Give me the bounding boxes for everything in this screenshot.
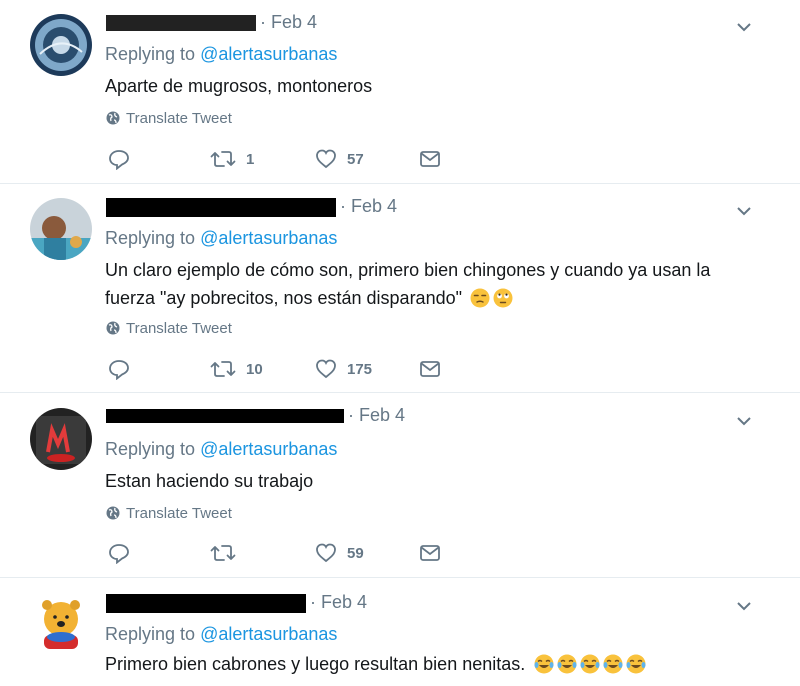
avatar[interactable] <box>30 198 92 260</box>
retweet-icon <box>210 542 236 564</box>
envelope-icon <box>419 542 441 564</box>
unamused-face-emoji-icon <box>470 288 490 308</box>
tweet-date[interactable]: · Feb 4 <box>348 405 405 425</box>
globe-icon <box>106 506 120 524</box>
retweet-button[interactable] <box>210 541 246 565</box>
tears-of-joy-emoji-icon <box>534 654 554 674</box>
translate-label: Translate Tweet <box>126 110 232 127</box>
translate-tweet-link[interactable]: Translate Tweet <box>106 110 232 129</box>
like-button[interactable]: 59 <box>315 541 364 565</box>
replying-prefix: Replying to <box>105 624 201 644</box>
tweet-header: · Feb 4 <box>106 405 405 426</box>
tweet-text-content: Primero bien cabrones y luego resultan b… <box>105 654 526 674</box>
avatar[interactable] <box>30 408 92 470</box>
retweet-count: 10 <box>246 360 263 378</box>
tweet-text-line: fuerza "ay pobrecitos, nos están dispara… <box>105 288 462 308</box>
reply-handle-link[interactable]: @alertasurbanas <box>200 439 337 459</box>
retweet-count: 1 <box>246 150 255 168</box>
direct-message-button[interactable] <box>419 357 441 381</box>
tweet[interactable]: · Feb 4 Replying to @alertasurbanas Un c… <box>0 184 800 393</box>
chevron-down-icon[interactable] <box>735 412 753 430</box>
tweet-text-line: Un claro ejemplo de cómo son, primero bi… <box>105 260 711 280</box>
translate-label: Translate Tweet <box>126 505 232 522</box>
like-count: 57 <box>347 150 364 168</box>
tweet-header: · Feb 4 <box>106 592 367 613</box>
tweet-text: Estan haciendo su trabajo <box>105 471 314 491</box>
replying-to: Replying to @alertasurbanas <box>105 228 337 249</box>
retweet-button[interactable]: 10 <box>210 357 263 381</box>
heart-icon <box>315 542 337 564</box>
chevron-down-icon[interactable] <box>735 202 753 220</box>
tweet-text: Un claro ejemplo de cómo son, primero bi… <box>105 256 745 312</box>
translate-tweet-link[interactable]: Translate Tweet <box>106 505 232 524</box>
reply-icon <box>108 148 130 170</box>
redacted-username <box>106 15 256 32</box>
globe-icon <box>106 321 120 339</box>
tears-of-joy-emoji-icon <box>557 654 577 674</box>
retweet-icon <box>210 148 236 170</box>
translate-label: Translate Tweet <box>126 320 232 337</box>
tweet-header: · Feb 4 <box>106 196 397 217</box>
retweet-icon <box>210 358 236 380</box>
reply-button[interactable] <box>108 541 130 565</box>
like-count: 59 <box>347 544 364 562</box>
globe-icon <box>106 111 120 129</box>
avatar[interactable] <box>30 14 92 76</box>
tweet-header: · Feb 4 <box>106 12 317 33</box>
tweet[interactable]: · Feb 4 Replying to @alertasurbanas Prim… <box>0 578 800 686</box>
tears-of-joy-emoji-icon <box>580 654 600 674</box>
reply-button[interactable] <box>108 147 130 171</box>
translate-tweet-link[interactable]: Translate Tweet <box>106 320 232 339</box>
avatar[interactable] <box>30 593 92 655</box>
envelope-icon <box>419 148 441 170</box>
envelope-icon <box>419 358 441 380</box>
replying-to: Replying to @alertasurbanas <box>105 439 337 460</box>
replying-to: Replying to @alertasurbanas <box>105 624 337 645</box>
tweet-text: Primero bien cabrones y luego resultan b… <box>105 650 745 678</box>
heart-icon <box>315 148 337 170</box>
redacted-username <box>106 197 336 217</box>
tears-of-joy-emoji-icon <box>603 654 623 674</box>
like-button[interactable]: 57 <box>315 147 364 171</box>
direct-message-button[interactable] <box>419 541 441 565</box>
tears-of-joy-emoji-icon <box>626 654 646 674</box>
tweet[interactable]: · Feb 4 Replying to @alertasurbanas Esta… <box>0 393 800 578</box>
reply-icon <box>108 542 130 564</box>
replying-prefix: Replying to <box>105 439 201 459</box>
tweet-date[interactable]: · Feb 4 <box>310 592 367 612</box>
tweet-text-line-2: fuerza "ay pobrecitos, nos están dispara… <box>105 284 745 312</box>
direct-message-button[interactable] <box>419 147 441 171</box>
like-count: 175 <box>347 360 373 378</box>
tweet-date[interactable]: · Feb 4 <box>340 196 397 216</box>
chevron-down-icon[interactable] <box>735 18 753 36</box>
face-with-rolling-eyes-emoji-icon <box>493 288 513 308</box>
reply-button[interactable] <box>108 357 130 381</box>
replying-prefix: Replying to <box>105 44 201 64</box>
reply-handle-link[interactable]: @alertasurbanas <box>200 44 337 64</box>
chevron-down-icon[interactable] <box>735 597 753 615</box>
redacted-username <box>106 409 344 424</box>
like-button[interactable]: 175 <box>315 357 372 381</box>
tweet-text: Aparte de mugrosos, montoneros <box>105 76 373 96</box>
replying-to: Replying to @alertasurbanas <box>105 44 337 65</box>
redacted-username <box>106 593 306 613</box>
tweet-date[interactable]: · Feb 4 <box>260 12 317 32</box>
heart-icon <box>315 358 337 380</box>
reply-icon <box>108 358 130 380</box>
replying-prefix: Replying to <box>105 228 201 248</box>
tweet[interactable]: · Feb 4 Replying to @alertasurbanas Apar… <box>0 0 800 184</box>
reply-handle-link[interactable]: @alertasurbanas <box>200 624 337 644</box>
reply-handle-link[interactable]: @alertasurbanas <box>200 228 337 248</box>
retweet-button[interactable]: 1 <box>210 147 254 171</box>
